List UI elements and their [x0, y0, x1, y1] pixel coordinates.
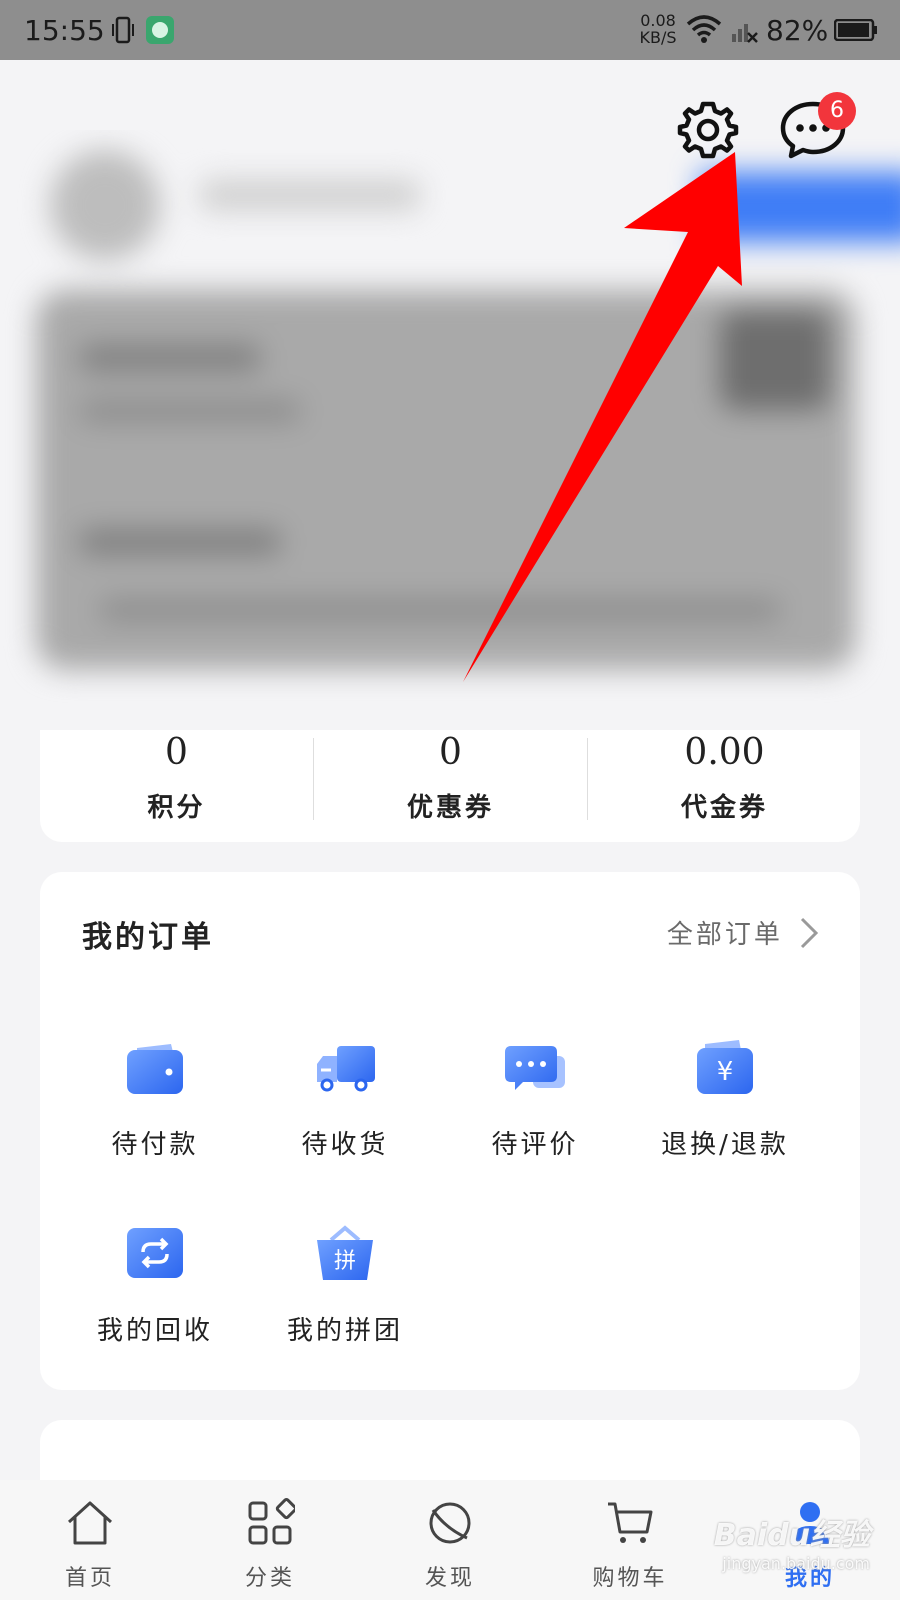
vibrate-icon	[112, 16, 134, 44]
my-group-buy-label: 我的拼团	[286, 1316, 403, 1346]
status-bar: 15:55 0.08 KB/S 82%	[0, 0, 900, 60]
coupons-label: 优惠券	[406, 793, 494, 823]
battery-icon	[834, 19, 877, 41]
status-time: 15:55	[24, 14, 105, 47]
my-orders-card: 我的订单 全部订单 待付款 待收货 待评价 ¥ 退换/退款 我的回收 拼 我的拼…	[40, 872, 860, 1390]
assets-summary: 0 积分 0 优惠券 0.00 代金券	[40, 730, 860, 842]
card-image-blurred	[720, 310, 830, 410]
profile-area-blurred	[0, 130, 900, 740]
wallet-icon	[127, 1044, 183, 1094]
tab-category-label: 分类	[244, 1566, 295, 1591]
vouchers-label: 代金券	[680, 793, 768, 823]
home-icon	[67, 1501, 113, 1545]
recycle-icon	[127, 1228, 183, 1278]
chevron-right-icon	[800, 917, 819, 948]
refund-yen-icon: ¥	[697, 1040, 753, 1094]
chat-bubbles-icon	[505, 1046, 565, 1090]
order-pending-review-label: 待评价	[491, 1130, 579, 1160]
my-recycle[interactable]: 我的回收	[60, 1224, 250, 1364]
battery-percent: 82%	[766, 14, 829, 47]
my-group-buy[interactable]: 拼 我的拼团	[250, 1224, 440, 1364]
username-blurred	[200, 180, 420, 210]
order-pending-payment[interactable]: 待付款	[60, 1038, 250, 1178]
order-refund[interactable]: ¥ 退换/退款	[630, 1038, 820, 1178]
network-speed-unit: KB/S	[639, 28, 677, 47]
signal-icon	[732, 24, 758, 43]
category-icon	[248, 1498, 295, 1545]
points-label: 积分	[147, 793, 206, 823]
my-recycle-label: 我的回收	[96, 1316, 213, 1346]
points-item[interactable]: 0 积分	[40, 730, 313, 842]
svg-text:¥: ¥	[717, 1057, 734, 1087]
wifi-icon	[686, 15, 722, 43]
message-badge: 6	[818, 92, 856, 130]
order-refund-label: 退换/退款	[661, 1130, 789, 1160]
card-line-blurred	[80, 400, 300, 422]
card-line-blurred	[100, 600, 780, 620]
vouchers-value: 0.00	[684, 732, 765, 773]
card-line-blurred	[80, 345, 260, 371]
tab-discover-label: 发现	[424, 1566, 475, 1591]
order-pending-receipt[interactable]: 待收货	[250, 1038, 440, 1178]
coupons-item[interactable]: 0 优惠券	[314, 730, 587, 842]
points-value: 0	[165, 732, 188, 773]
vouchers-item[interactable]: 0.00 代金券	[588, 730, 861, 842]
all-orders-link[interactable]: 全部订单	[667, 914, 820, 954]
tab-discover[interactable]: 发现	[360, 1480, 540, 1600]
truck-icon	[317, 1046, 375, 1092]
cart-icon	[608, 1502, 653, 1543]
discover-icon	[429, 1502, 471, 1544]
tab-home[interactable]: 首页	[0, 1480, 180, 1600]
tab-home-label: 首页	[64, 1566, 115, 1591]
app-notification-icon	[146, 16, 174, 44]
avatar[interactable]	[50, 150, 160, 260]
order-pending-review[interactable]: 待评价	[440, 1038, 630, 1178]
coupons-value: 0	[439, 732, 462, 773]
order-pending-payment-label: 待付款	[111, 1130, 199, 1160]
baidu-jingyan-watermark: Baidu经验 jingyan.baidu.com	[690, 1510, 870, 1590]
all-orders-label: 全部订单	[666, 920, 783, 950]
settings-gear-icon[interactable]	[676, 98, 740, 162]
order-pending-receipt-label: 待收货	[301, 1130, 389, 1160]
network-speed: 0.08 KB/S	[636, 12, 680, 46]
tab-category[interactable]: 分类	[180, 1480, 360, 1600]
watermark-main: Baidu经验	[713, 1518, 870, 1553]
watermark-sub: jingyan.baidu.com	[722, 1554, 870, 1573]
group-buy-icon-text: 拼	[334, 1249, 356, 1274]
orders-title: 我的订单	[82, 920, 214, 955]
member-banner-blurred	[700, 172, 900, 242]
card-line-blurred	[80, 530, 280, 554]
group-buy-basket-icon: 拼	[317, 1225, 373, 1280]
